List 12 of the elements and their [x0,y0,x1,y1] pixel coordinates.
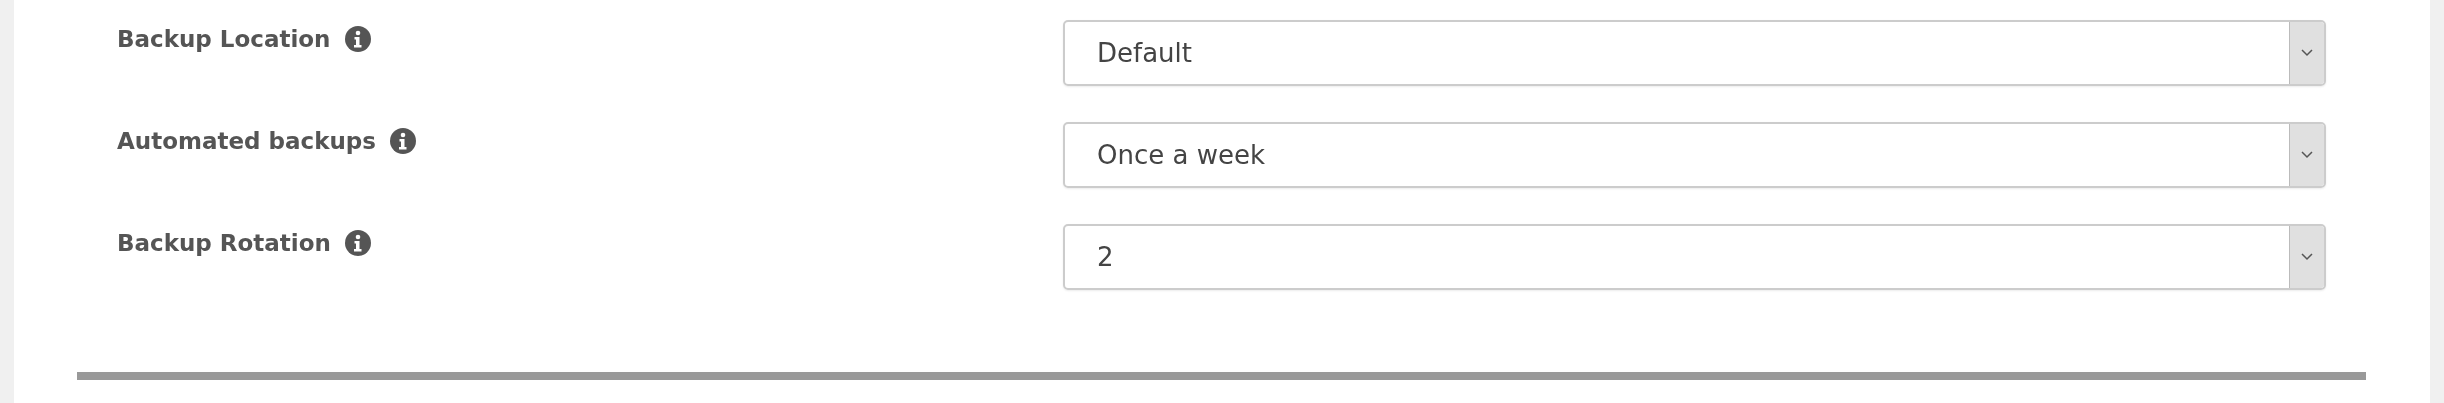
chevron-down-icon [2301,151,2313,159]
setting-label: Backup Location [117,26,331,52]
chevron-down-icon [2301,49,2313,57]
select-field[interactable]: Once a week [1063,122,2326,188]
info-icon [344,26,371,52]
info-icon [389,128,416,154]
setting-label: Automated backups [117,128,376,154]
setting-label: Backup Rotation [117,230,331,256]
select-field[interactable]: Default [1063,20,2326,86]
select-field[interactable]: 2 [1063,224,2326,290]
chevron-down-icon [2301,253,2313,261]
info-icon [344,230,371,256]
